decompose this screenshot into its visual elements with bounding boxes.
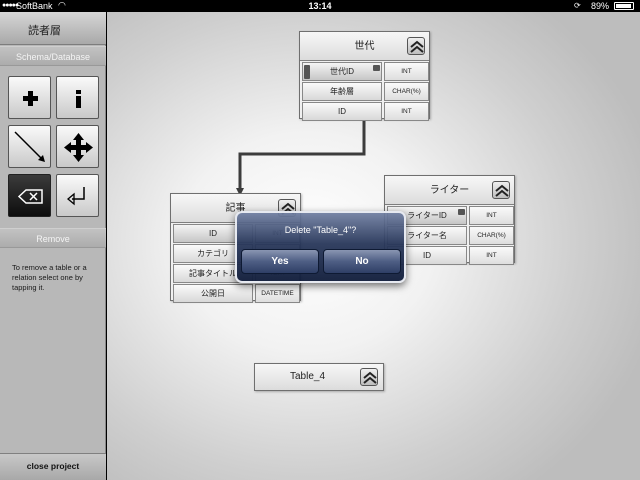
section-label-remove: Remove — [0, 228, 106, 248]
table-name: ライター — [429, 185, 470, 196]
info-icon — [76, 90, 81, 108]
column-type[interactable]: CHAR(%) — [384, 82, 429, 101]
close-project-button[interactable]: close project — [0, 453, 106, 480]
project-title: 読者層 — [28, 25, 61, 37]
delete-button[interactable] — [8, 174, 51, 217]
table-name: 世代 — [354, 41, 375, 52]
return-icon — [66, 187, 85, 206]
sidebar: 読者層 Schema/Database Remove To remove a t… — [0, 12, 106, 480]
table-row[interactable]: 世代ID INT — [302, 62, 429, 81]
status-bar: ●●●●● SoftBank ◠ 13:14 ⟳ 89% — [0, 0, 640, 12]
yes-button[interactable]: Yes — [241, 249, 319, 274]
column-type[interactable]: INT — [469, 246, 514, 265]
collapse-table-button[interactable] — [360, 368, 378, 386]
help-text: To remove a table or a relation select o… — [12, 263, 87, 292]
return-button[interactable] — [56, 174, 99, 217]
chevron-up-icon — [410, 40, 424, 53]
table-table4[interactable]: Table_4 — [254, 363, 384, 391]
battery-percent: 89% — [591, 1, 610, 11]
dialog-message: Delete "Table_4"? — [284, 225, 357, 235]
column-name[interactable]: 年齢層 — [302, 82, 382, 101]
plus-icon — [23, 91, 38, 106]
column-type[interactable]: CHAR(%) — [469, 226, 514, 245]
key-icon — [304, 65, 310, 79]
clock: 13:14 — [308, 1, 332, 11]
link-icon — [373, 65, 380, 71]
chevron-up-icon — [495, 184, 509, 197]
table-sedai[interactable]: 世代 世代ID INT 年齢層 CHAR(%) ID INT — [299, 31, 430, 121]
add-relation-button[interactable] — [8, 125, 51, 168]
move-button[interactable] — [56, 125, 99, 168]
delete-confirm-dialog: Delete "Table_4"? Yes No — [235, 211, 406, 283]
info-button[interactable] — [56, 76, 99, 119]
collapse-table-button[interactable] — [492, 181, 510, 199]
table-header[interactable]: 世代 — [300, 32, 429, 61]
column-type[interactable]: INT — [384, 102, 429, 121]
no-button[interactable]: No — [323, 249, 401, 274]
link-icon — [458, 209, 465, 215]
add-table-button[interactable] — [8, 76, 51, 119]
move-icon — [64, 133, 93, 162]
column-name[interactable]: 世代ID — [302, 62, 382, 81]
column-type[interactable]: INT — [469, 206, 514, 225]
column-name[interactable]: ID — [302, 102, 382, 121]
table-row[interactable]: ID INT — [302, 102, 429, 121]
table-name: Table_4 — [290, 371, 326, 382]
orientation-lock-icon: ⟳ — [574, 1, 581, 10]
relation-arrow-icon — [14, 131, 45, 162]
battery-icon — [614, 2, 634, 10]
table-row[interactable]: 年齢層 CHAR(%) — [302, 82, 429, 101]
section-label-schema: Schema/Database — [0, 46, 106, 66]
collapse-table-button[interactable] — [407, 37, 425, 55]
table-row[interactable]: 公開日 DATETIME — [173, 284, 300, 303]
column-name[interactable]: 公開日 — [173, 284, 253, 303]
delete-icon — [17, 189, 43, 204]
sidebar-title-bar: 読者層 — [0, 12, 106, 45]
column-type[interactable]: DATETIME — [255, 284, 300, 303]
chevron-up-icon — [363, 371, 377, 384]
table-header[interactable]: ライター — [385, 176, 514, 205]
column-type[interactable]: INT — [384, 62, 429, 81]
